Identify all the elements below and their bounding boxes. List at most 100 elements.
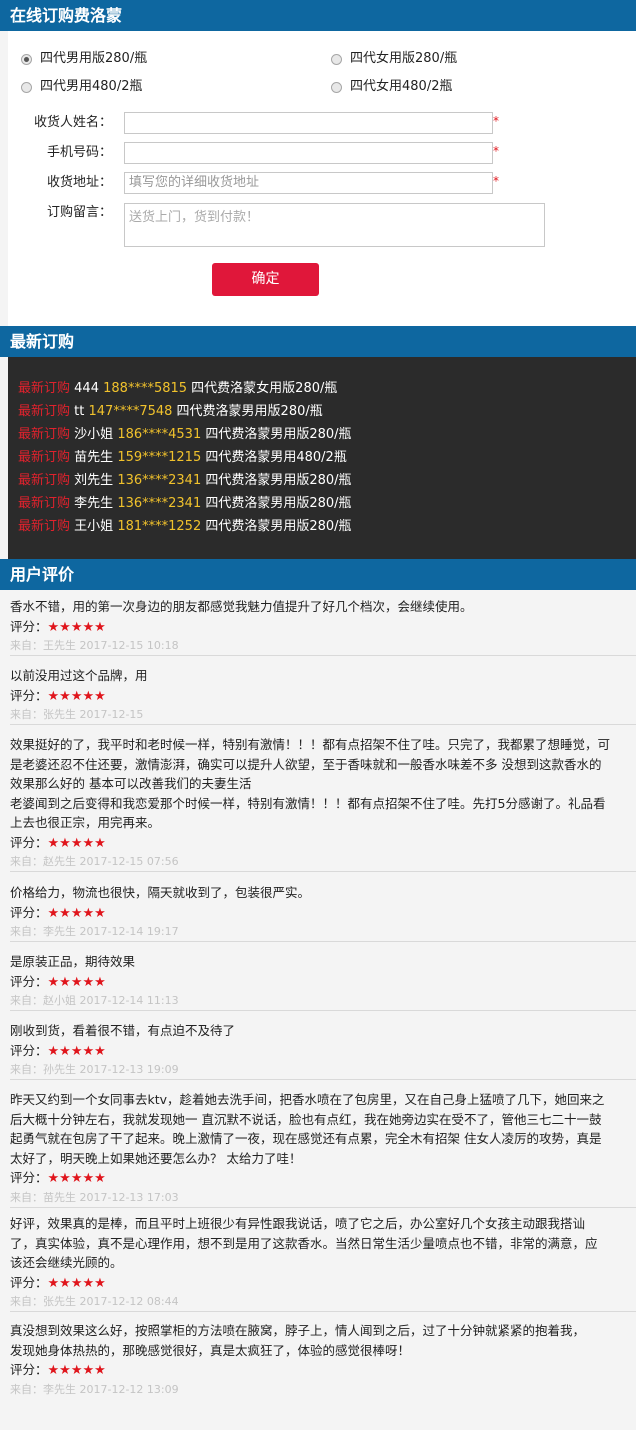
order-row: 最新订购 444 188****5815 四代费洛蒙女用版280/瓶 [18,378,337,400]
order-row: 最新订购 李先生 136****2341 四代费洛蒙男用版280/瓶 [18,493,352,515]
message-label: 订购留言： [46,205,112,220]
order-form-title: 在线订购费洛蒙 [0,0,636,31]
review-text: 是原装正品，期待效果 [10,954,136,969]
review-source: 来自：赵小姐 2017-12-14 11:13 [10,994,179,1007]
review-source: 来自：苗先生 2017-12-13 17:03 [10,1190,179,1204]
order-name: tt [74,404,85,419]
option-male-280[interactable]: 四代男用版280/瓶 [21,50,147,68]
option-label: 四代女用480/2瓶 [350,79,453,94]
review-text: 发现她身体热热的，那晚感觉很好，真是太疯狂了，体验的感觉很棒呀！ [10,1342,411,1358]
review-text: 香水不错，用的第一次身边的朋友都感觉我魅力值提升了好几个档次，会继续使用。 [10,599,473,614]
review-item: 价格给力，物流也很快，隔天就收到了，包装很严实。 评分：★★★★★ 来自：李先生… [10,883,636,942]
radio-icon[interactable] [331,81,342,93]
review-rating: 评分：★★★★★ [10,1273,636,1293]
review-text: 上去也很正宗，用完再来。 [10,815,161,830]
review-text: 刚收到货，看着很不错，有点迫不及待了 [10,1023,236,1038]
order-phone: 188****5815 [103,381,188,396]
order-name: 李先生 [74,496,114,511]
review-source: 来自：李先生 2017-12-14 19:17 [10,925,179,938]
star-icons: ★★★★★ [47,619,106,635]
order-product: 四代费洛蒙男用版280/瓶 [205,473,352,488]
reviews-title: 用户评价 [0,559,636,590]
radio-checked-icon[interactable] [21,53,32,65]
rating-label: 评分： [10,1362,48,1377]
review-text: 起勇气就在包房了干了起来。晚上激情了一夜，现在感觉还有点累，完全木有招架 住女人… [10,1131,602,1146]
name-input[interactable] [124,112,493,134]
review-text: 效果挺好的了，我平时和老时候一样，特别有激情！！！都有点招架不住了哇。只完了，我… [10,737,611,752]
option-label: 四代女用版280/瓶 [350,51,458,66]
order-phone: 186****4531 [117,427,202,442]
review-text: 以前没用过这个品牌，用 [10,668,148,683]
name-label: 收货人姓名： [33,115,112,130]
review-item: 效果挺好的了，我平时和老时候一样，特别有激情！！！都有点招架不住了哇。只完了，我… [10,735,636,872]
star-icons: ★★★★★ [47,905,106,921]
rating-label: 评分： [10,687,48,703]
radio-icon[interactable] [331,53,342,65]
review-text: 太好了，明天晚上如果她还要怎么办？ 太给力了哇！ [10,1150,302,1166]
required-mark: * [493,144,499,158]
review-item: 好评，效果真的是棒，而且平时上班很少有异性跟我说话，喷了它之后，办公室好几个女孩… [10,1214,636,1312]
order-phone: 159****1215 [117,450,202,465]
order-name: 沙小姐 [74,427,114,442]
review-source: 来自：赵先生 2017-12-15 07:56 [10,855,179,868]
review-text: 了，真实体验，真不是心理作用，想不到是用了这款香水。当然日常生活少量喷点也不错，… [10,1235,598,1251]
option-female-280[interactable]: 四代女用版280/瓶 [331,50,457,68]
rating-label: 评分： [10,1170,48,1185]
order-phone: 181****1252 [117,519,202,534]
order-product: 四代费洛蒙男用480/2瓶 [205,450,347,465]
order-tag: 最新订购 [18,381,71,396]
required-mark: * [493,114,499,128]
star-icons: ★★★★★ [47,1171,106,1186]
review-text: 效果那么好的 基本可以改善我们的夫妻生活 [10,776,252,791]
order-form-section: 在线订购费洛蒙 四代男用版280/瓶 四代女用版280/瓶 四代男用480/2瓶… [0,0,636,326]
star-icons: ★★★★★ [47,688,106,704]
review-rating: 评分：★★★★★ [10,1168,636,1188]
radio-icon[interactable] [21,81,32,93]
review-item: 以前没用过这个品牌，用 评分：★★★★★ 来自：张先生 2017-12-15 [10,666,636,725]
review-item: 是原装正品，期待效果 评分：★★★★★ 来自：赵小姐 2017-12-14 11… [10,952,636,1011]
order-phone: 147****7548 [88,404,173,419]
phone-input[interactable] [124,142,493,164]
confirm-button[interactable]: 确定 [212,263,319,296]
order-tag: 最新订购 [18,450,71,465]
order-product: 四代费洛蒙男用版280/瓶 [205,519,352,534]
address-label: 收货地址： [46,175,112,190]
review-text: 昨天又约到一个女同事去ktv，趁着她去洗手间，把香水喷在了包房里，又在自己身上猛… [10,1092,605,1107]
review-item: 刚收到货，看着很不错，有点迫不及待了 评分：★★★★★ 来自：孙先生 2017-… [10,1021,636,1080]
latest-orders-title: 最新订购 [0,326,636,357]
review-item: 真没想到效果这么好，按照掌柜的方法喷在腋窝，脖子上，情人闻到之后，过了十分钟就紧… [10,1321,636,1399]
option-female-480[interactable]: 四代女用480/2瓶 [331,78,452,96]
review-rating: 评分：★★★★★ [10,686,636,706]
order-row: 最新订购 沙小姐 186****4531 四代费洛蒙男用版280/瓶 [18,424,352,446]
phone-label: 手机号码： [46,145,112,160]
star-icons: ★★★★★ [47,974,106,990]
review-rating: 评分：★★★★★ [10,903,636,923]
option-label: 四代男用480/2瓶 [40,79,143,94]
review-text: 该还会继续光顾的。 [10,1255,123,1270]
required-mark: * [493,174,499,188]
star-icons: ★★★★★ [47,835,106,851]
order-product: 四代费洛蒙男用版280/瓶 [176,404,323,419]
order-product: 四代费洛蒙男用版280/瓶 [205,427,352,442]
reviews-section: 用户评价 香水不错，用的第一次身边的朋友都感觉我魅力值提升了好几个档次，会继续使… [0,559,636,1430]
review-rating: 评分：★★★★★ [10,833,636,853]
message-textarea[interactable]: 送货上门，货到付款！ [124,203,545,247]
order-tag: 最新订购 [18,496,71,511]
review-item: 昨天又约到一个女同事去ktv，趁着她去洗手间，把香水喷在了包房里，又在自己身上猛… [10,1090,636,1208]
review-source: 来自：张先生 2017-12-12 08:44 [10,1295,179,1308]
review-source: 来自：张先生 2017-12-15 [10,708,144,721]
review-source: 来自：李先生 2017-12-12 13:09 [10,1382,179,1396]
address-input[interactable]: 填写您的详细收货地址 [124,172,493,194]
review-text: 价格给力，物流也很快，隔天就收到了，包装很严实。 [10,885,311,900]
option-male-480[interactable]: 四代男用480/2瓶 [21,78,142,96]
review-rating: 评分：★★★★★ [10,1041,636,1061]
order-row: 最新订购 刘先生 136****2341 四代费洛蒙男用版280/瓶 [18,470,352,492]
review-text: 好评，效果真的是棒，而且平时上班很少有异性跟我说话，喷了它之后，办公室好几个女孩… [10,1216,586,1231]
order-name: 444 [74,381,99,396]
review-text: 真没想到效果这么好，按照掌柜的方法喷在腋窝，脖子上，情人闻到之后，过了十分钟就紧… [10,1323,586,1338]
option-label: 四代男用版280/瓶 [40,51,148,66]
order-row: 最新订购 tt 147****7548 四代费洛蒙男用版280/瓶 [18,401,323,423]
rating-label: 评分： [10,1042,48,1058]
rating-label: 评分： [10,1274,48,1290]
review-text: 后大概十分钟左右，我就发现她一 直沉默不说话，脸也有点红，我在她旁边实在受不了，… [10,1111,602,1127]
